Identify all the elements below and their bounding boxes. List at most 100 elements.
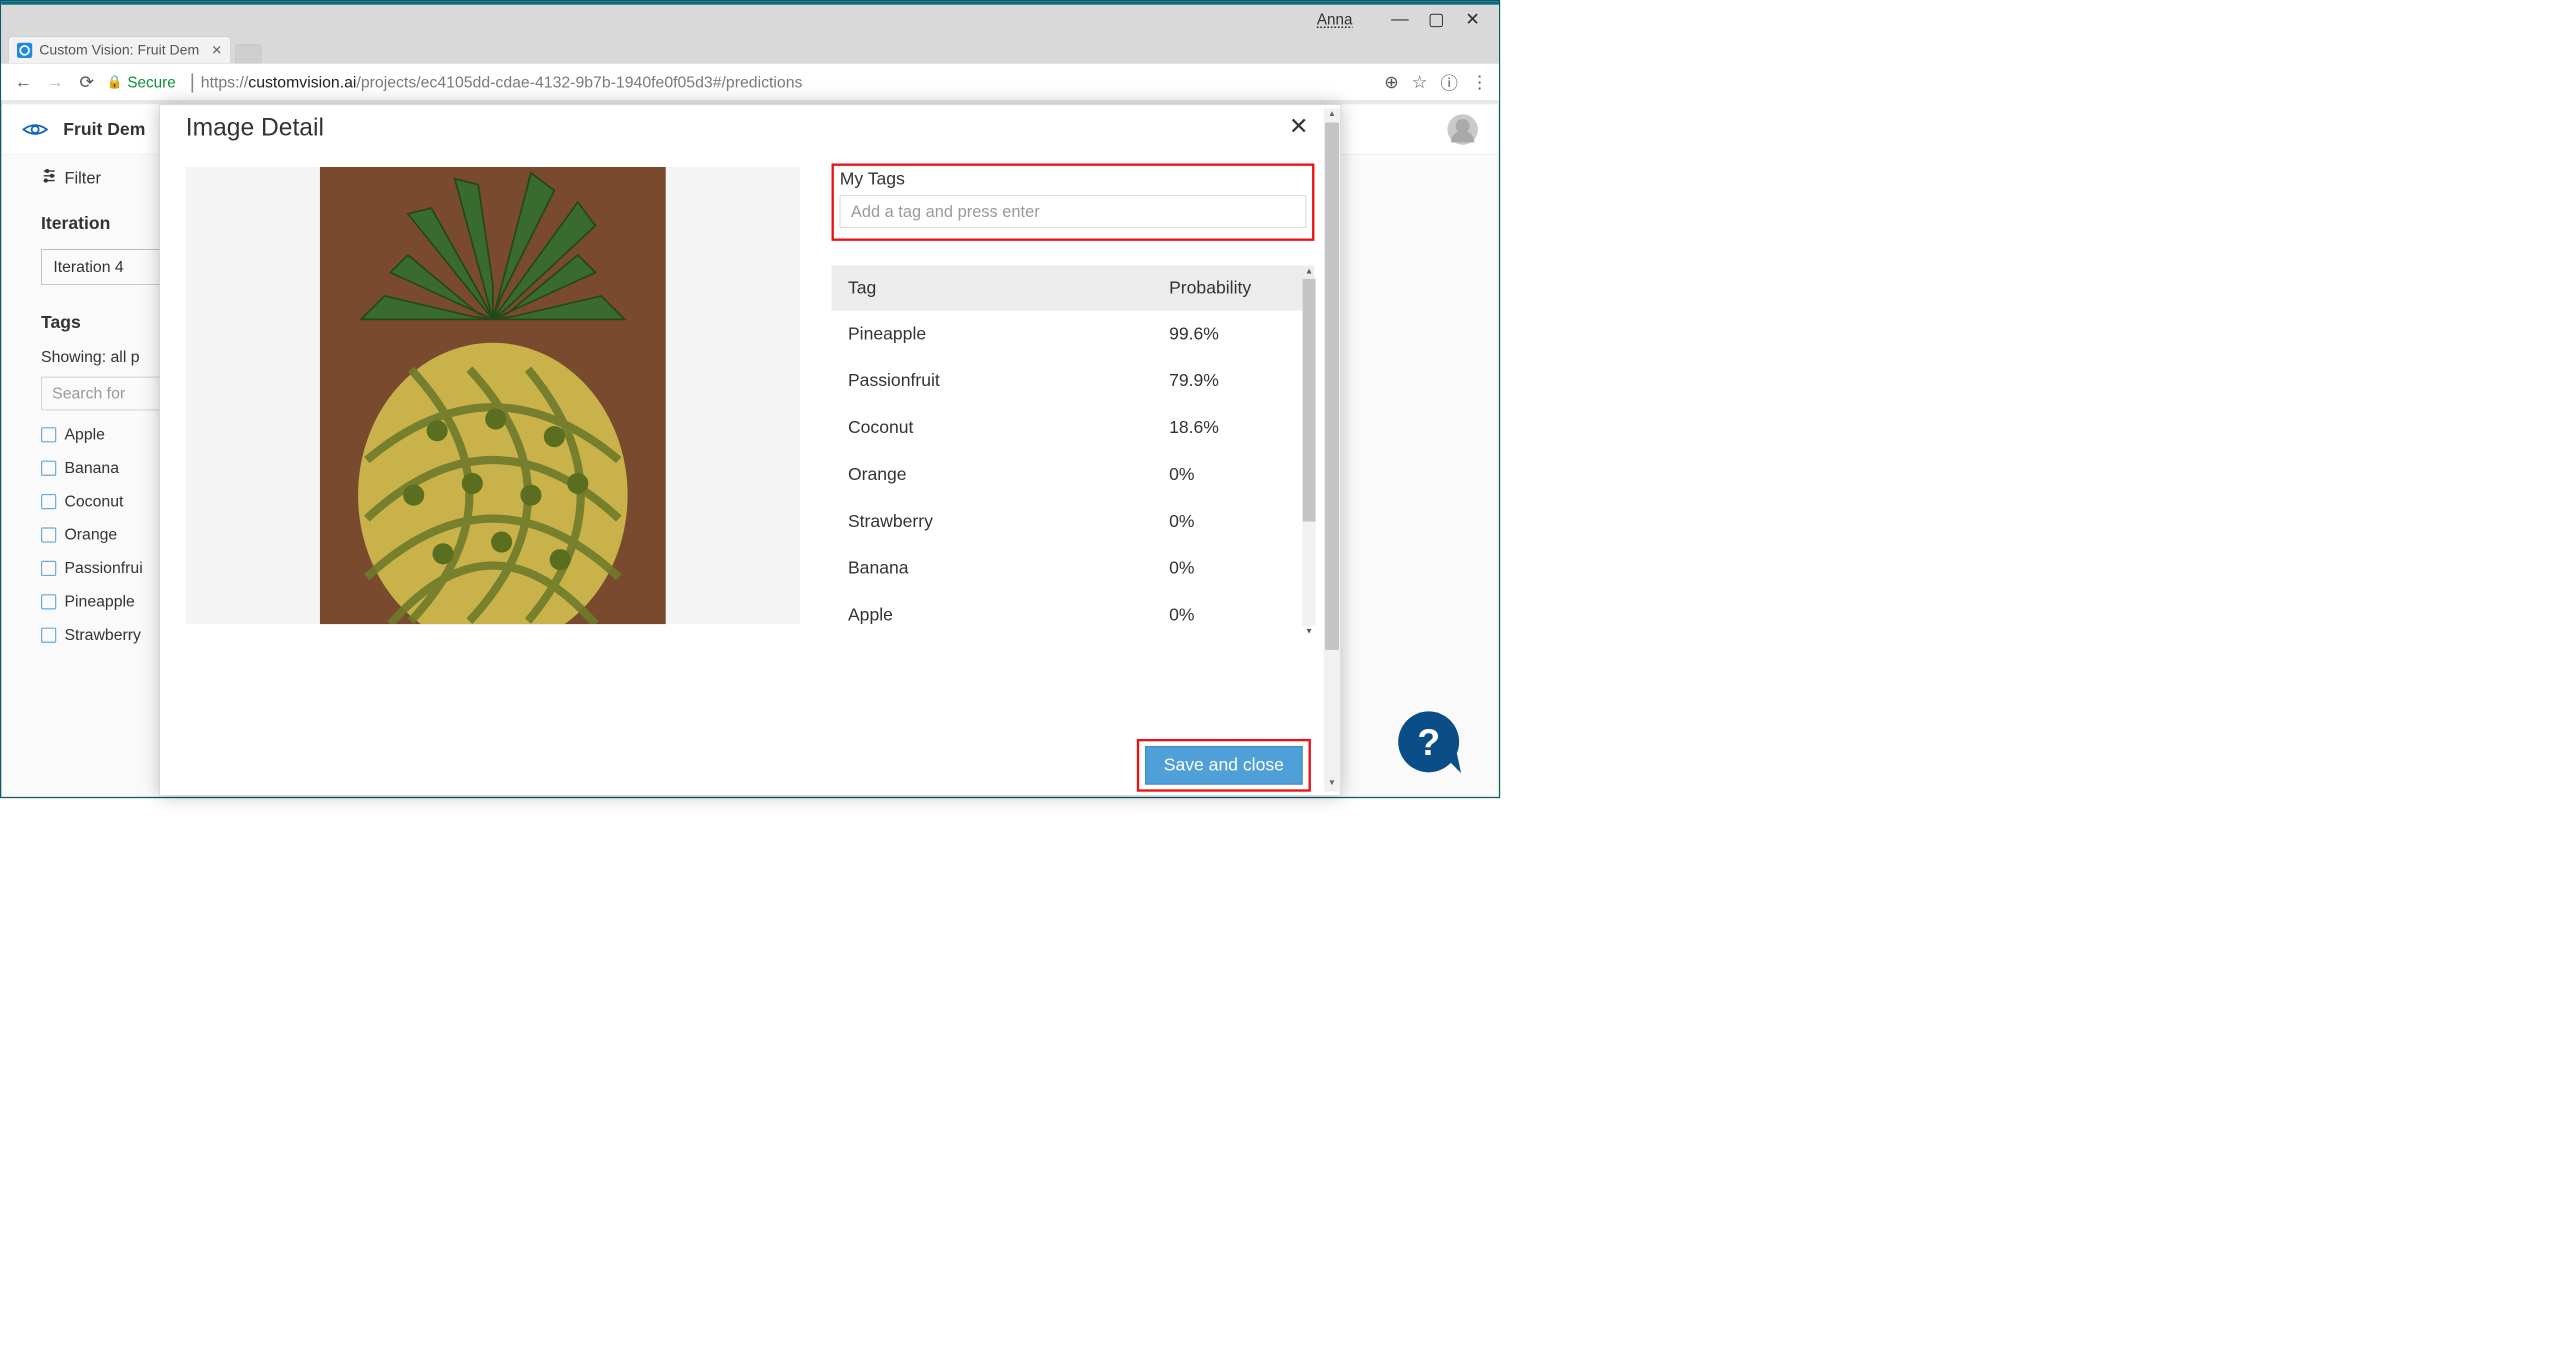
cell-tag: Strawberry: [848, 512, 1169, 532]
zoom-icon[interactable]: ⊕: [1384, 72, 1399, 93]
secure-label: Secure: [127, 73, 175, 91]
checkbox-icon: [41, 460, 56, 475]
modal-title: Image Detail: [160, 105, 1340, 141]
browser-tab-strip: Custom Vision: Fruit Dem ✕: [1, 34, 1499, 63]
checkbox-icon: [41, 427, 56, 442]
checkbox-icon: [41, 594, 56, 609]
my-tags-highlight: My Tags: [832, 163, 1315, 240]
add-tag-input[interactable]: [840, 195, 1306, 228]
cell-tag: Apple: [848, 605, 1169, 625]
browser-right-icons: ⊕ ☆ ⓘ ⋮: [1384, 69, 1488, 95]
tag-label: Coconut: [64, 492, 123, 510]
cell-tag: Passionfruit: [848, 371, 1169, 391]
iteration-heading: Iteration: [41, 214, 178, 234]
filter-row[interactable]: Filter: [41, 168, 178, 189]
cell-tag: Banana: [848, 558, 1169, 578]
cell-tag: Coconut: [848, 418, 1169, 438]
table-row: Banana0%: [832, 545, 1315, 592]
tab-title: Custom Vision: Fruit Dem: [39, 42, 199, 58]
image-detail-modal: ▲ ▼ Image Detail ✕: [159, 104, 1340, 795]
tag-checkbox-passionfrui[interactable]: Passionfrui: [41, 559, 178, 577]
checkbox-icon: [41, 561, 56, 576]
url-separator: |: [190, 71, 195, 94]
address-bar[interactable]: 🔒 Secure | https:// customvision.ai /pro…: [107, 69, 1384, 95]
custom-vision-logo-icon: [22, 120, 48, 138]
os-title-bar: Anna — ▢ ✕: [1, 1, 1499, 34]
scroll-down-icon[interactable]: ▼: [1324, 778, 1340, 792]
modal-scrollbar[interactable]: ▲ ▼: [1324, 108, 1340, 791]
tag-label: Orange: [64, 526, 117, 544]
my-tags-label: My Tags: [840, 169, 1306, 189]
checkbox-icon: [41, 494, 56, 509]
url-path: /projects/ec4105dd-cdae-4132-9b7b-1940fe…: [356, 73, 802, 91]
prediction-pane: My Tags ▲ ▼ Tag Probability Pineapple99.…: [832, 163, 1315, 789]
table-scrollbar[interactable]: ▲ ▼: [1302, 266, 1317, 639]
prediction-table: ▲ ▼ Tag Probability Pineapple99.6%Passio…: [832, 265, 1315, 638]
tag-label: Pineapple: [64, 592, 134, 610]
nav-forward-button[interactable]: →: [43, 70, 66, 93]
tag-checkbox-orange[interactable]: Orange: [41, 526, 178, 544]
save-and-close-button[interactable]: Save and close: [1145, 746, 1303, 785]
table-row: Coconut18.6%: [832, 404, 1315, 451]
cell-probability: 0%: [1169, 465, 1298, 485]
lock-icon: 🔒: [107, 74, 123, 89]
table-scroll-thumb[interactable]: [1303, 279, 1316, 522]
showing-text: Showing: all p: [41, 348, 178, 366]
save-highlight: Save and close: [1137, 739, 1311, 792]
cell-probability: 79.9%: [1169, 371, 1298, 391]
table-row: Pineapple99.6%: [832, 311, 1315, 358]
filter-label: Filter: [64, 168, 100, 187]
browser-toolbar: ← → ⟳ 🔒 Secure | https:// customvision.a…: [1, 63, 1499, 101]
user-avatar[interactable]: [1447, 114, 1477, 144]
tab-close-icon[interactable]: ✕: [211, 42, 222, 57]
modal-body: My Tags ▲ ▼ Tag Probability Pineapple99.…: [160, 141, 1340, 795]
modal-close-button[interactable]: ✕: [1289, 113, 1309, 140]
tab-favicon-icon: [17, 42, 32, 57]
cell-probability: 0%: [1169, 558, 1298, 578]
browser-tab[interactable]: Custom Vision: Fruit Dem ✕: [8, 36, 231, 63]
nav-reload-button[interactable]: ⟳: [75, 70, 98, 93]
tag-label: Passionfrui: [64, 559, 142, 577]
cell-probability: 0%: [1169, 512, 1298, 532]
image-preview-pane: [186, 167, 800, 624]
table-scroll-down-icon[interactable]: ▼: [1302, 626, 1317, 639]
table-row: Passionfruit79.9%: [832, 357, 1315, 404]
tag-checkbox-banana[interactable]: Banana: [41, 459, 178, 477]
table-row: Strawberry0%: [832, 498, 1315, 545]
cell-probability: 99.6%: [1169, 324, 1298, 344]
tag-label: Strawberry: [64, 626, 140, 644]
col-tag: Tag: [848, 278, 1169, 298]
tags-heading: Tags: [41, 313, 178, 333]
checkbox-icon: [41, 527, 56, 542]
tag-label: Apple: [64, 425, 104, 443]
table-scroll-up-icon[interactable]: ▲: [1302, 266, 1317, 279]
scroll-up-icon[interactable]: ▲: [1324, 108, 1340, 122]
tag-checkbox-pineapple[interactable]: Pineapple: [41, 592, 178, 610]
url-scheme: https://: [201, 73, 248, 91]
bookmark-star-icon[interactable]: ☆: [1412, 72, 1428, 93]
new-tab-button[interactable]: [236, 45, 262, 64]
window-minimize-button[interactable]: —: [1382, 9, 1418, 29]
nav-back-button[interactable]: ←: [12, 70, 35, 93]
window-maximize-button[interactable]: ▢: [1418, 9, 1454, 30]
cell-probability: 18.6%: [1169, 418, 1298, 438]
table-header: Tag Probability: [832, 266, 1315, 311]
tag-checkbox-apple[interactable]: Apple: [41, 425, 178, 443]
table-row: Apple0%: [832, 592, 1315, 639]
window-close-button[interactable]: ✕: [1454, 9, 1490, 30]
tag-checkbox-coconut[interactable]: Coconut: [41, 492, 178, 510]
filter-sliders-icon: [41, 168, 57, 189]
url-host: customvision.ai: [248, 73, 356, 91]
browser-menu-icon[interactable]: ⋮: [1471, 72, 1489, 93]
cell-probability: 0%: [1169, 605, 1298, 625]
checkbox-icon: [41, 627, 56, 642]
project-name: Fruit Dem: [63, 119, 145, 139]
cell-tag: Pineapple: [848, 324, 1169, 344]
table-row: Orange0%: [832, 451, 1315, 498]
tag-checkbox-strawberry[interactable]: Strawberry: [41, 626, 178, 644]
scroll-thumb[interactable]: [1325, 122, 1339, 649]
info-icon[interactable]: ⓘ: [1440, 69, 1458, 95]
window: Anna — ▢ ✕ Custom Vision: Fruit Dem ✕ ← …: [0, 0, 1500, 798]
help-chat-button[interactable]: ?: [1398, 711, 1459, 772]
cell-tag: Orange: [848, 465, 1169, 485]
